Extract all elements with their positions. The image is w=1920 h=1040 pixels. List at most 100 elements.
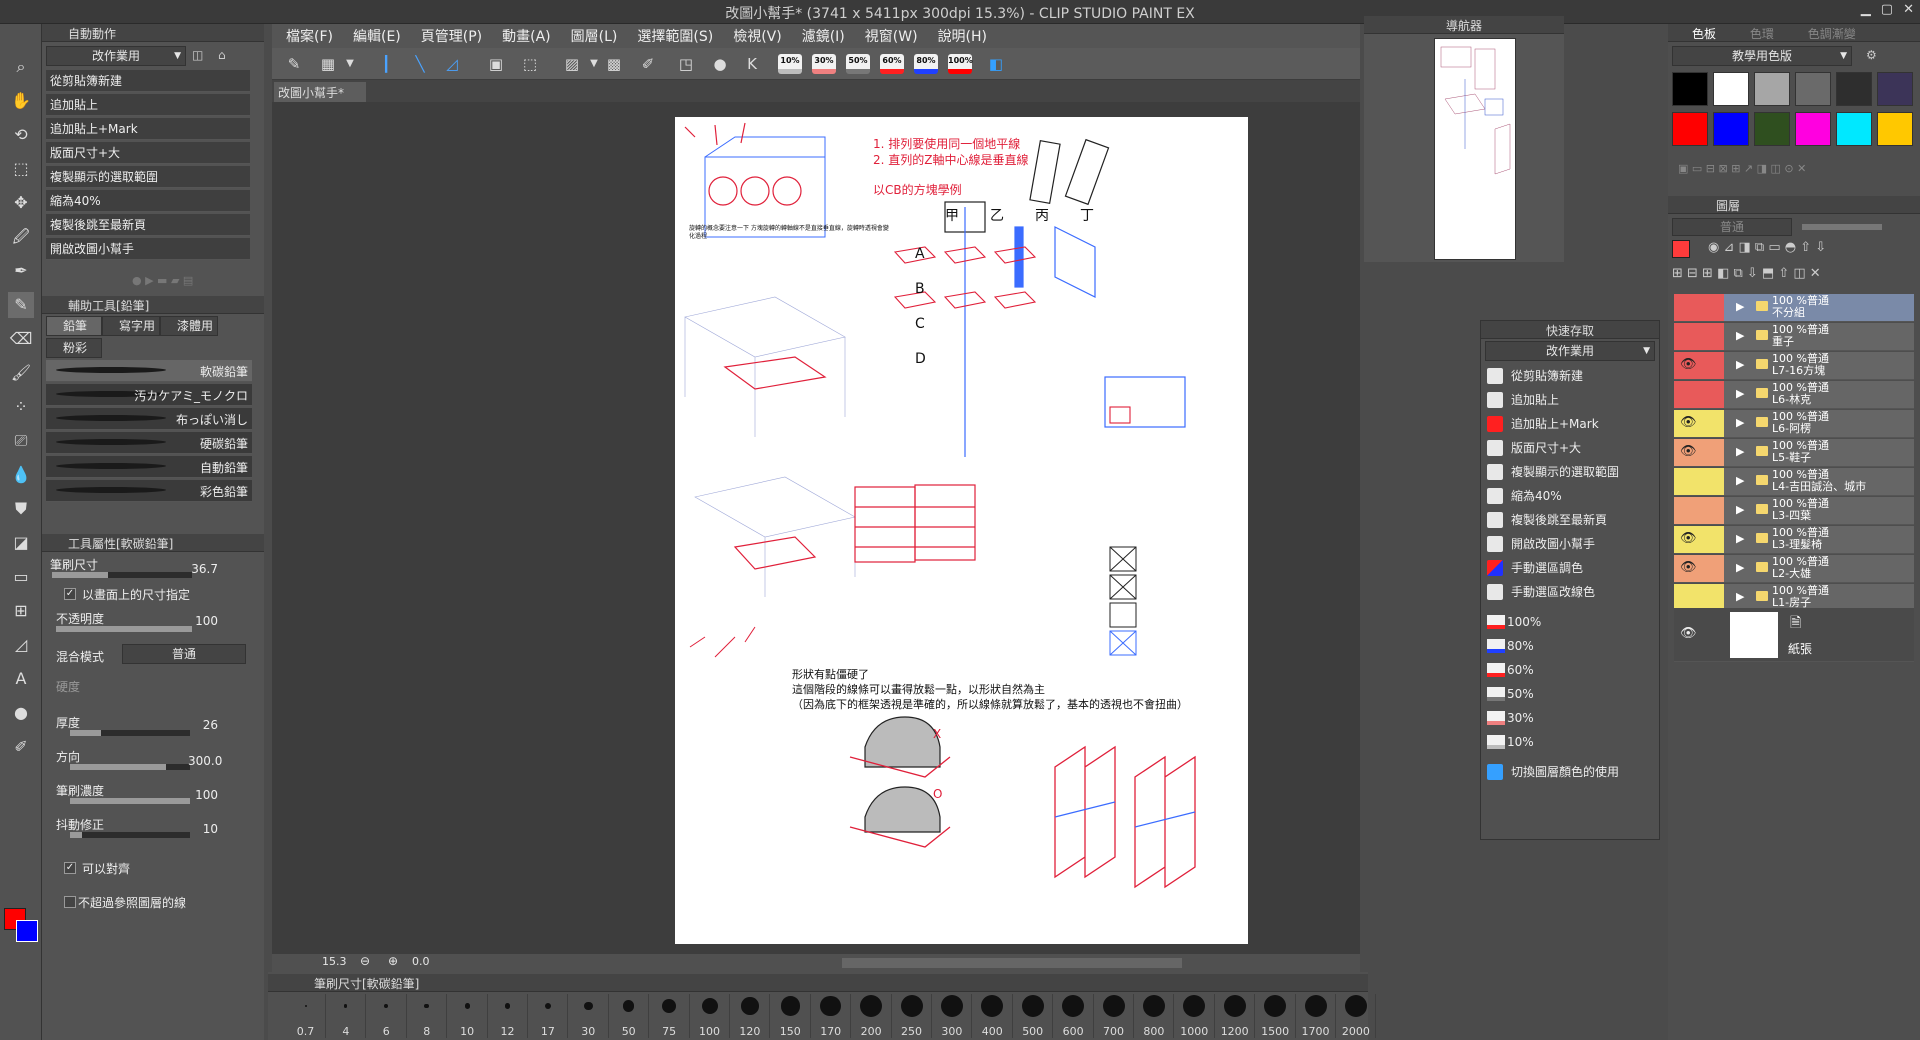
rotate-icon[interactable]: ⟲ (8, 122, 34, 148)
menu-item-7[interactable]: 濾鏡(I) (802, 26, 845, 46)
zoom-icon[interactable]: ⌕ (8, 54, 34, 80)
eye-icon[interactable]: 👁 (1680, 531, 1697, 546)
quick-access-item[interactable]: 縮為40% (1485, 485, 1651, 507)
auto-action-item[interactable]: 縮為40% (46, 190, 250, 212)
color-swatch[interactable] (1795, 112, 1831, 146)
tab-color-set[interactable]: 色板 (1692, 27, 1716, 41)
pct-100-button[interactable]: 100% (948, 54, 973, 74)
pct-10-button[interactable]: 10% (778, 54, 802, 74)
tab-color-slider[interactable]: 色調漸變 (1808, 27, 1856, 41)
brush-size-preset[interactable]: 50 (609, 994, 650, 1038)
color-swatch[interactable] (1672, 72, 1708, 106)
decoration-icon[interactable]: ⎚ (8, 428, 34, 454)
new-set-icon[interactable]: ◫ (192, 48, 203, 62)
frame-tool-icon[interactable]: ⊞ (8, 598, 34, 624)
pen-icon[interactable]: ✎ (284, 54, 304, 74)
menu-item-9[interactable]: 說明(H) (938, 26, 987, 46)
layer-row[interactable]: 👁 ▶ 100 %普通 L2-大雄 (1674, 555, 1914, 583)
expand-arrow-icon[interactable]: ▶ (1736, 474, 1744, 487)
brush-size-preset[interactable]: 1200 (1215, 994, 1256, 1038)
layer-row[interactable]: ▶ 100 %普通 L4-吉田誠治、城市 (1674, 468, 1914, 496)
auto-action-item[interactable]: 追加貼上+Mark (46, 118, 250, 140)
doc-tab[interactable]: 改圖小幫手* (274, 82, 366, 102)
auto-action-item[interactable]: 追加貼上 (46, 94, 250, 116)
quick-access-pct-item[interactable]: 100% (1485, 611, 1651, 633)
quick-access-set-select[interactable]: 改作業用 ▼ (1485, 341, 1655, 361)
perspective-icon[interactable]: ◿ (442, 54, 462, 74)
quick-access-pct-item[interactable]: 50% (1485, 683, 1651, 705)
crop-icon[interactable]: ◳ (676, 54, 696, 74)
opacity-slider[interactable] (56, 626, 192, 632)
image-icon[interactable]: ▨ (562, 54, 582, 74)
quick-access-item[interactable]: 複製顯示的選取範圍 (1485, 461, 1651, 483)
brush-item[interactable]: 布っぽい消し (46, 408, 252, 430)
opacity-value[interactable]: 100 (190, 614, 218, 628)
pct-50-button[interactable]: 50% (846, 54, 870, 74)
menu-item-1[interactable]: 編輯(E) (353, 26, 401, 46)
brush-size-preset[interactable]: 1000 (1175, 994, 1215, 1038)
brush-size-preset[interactable]: 200 (852, 994, 892, 1038)
expand-arrow-icon[interactable]: ▶ (1736, 561, 1744, 574)
layer-blend-select[interactable]: 普通 (1672, 218, 1792, 236)
brush-size-preset[interactable]: 700 (1094, 994, 1134, 1038)
expand-arrow-icon[interactable]: ▶ (1736, 329, 1744, 342)
thickness-slider[interactable] (70, 730, 190, 736)
frame-icon[interactable]: ▣ (486, 54, 506, 74)
menu-item-3[interactable]: 動畫(A) (502, 26, 551, 46)
move-icon[interactable]: ✥ (8, 190, 34, 216)
density-value[interactable]: 100 (190, 788, 218, 802)
expand-arrow-icon[interactable]: ▶ (1736, 300, 1744, 313)
zoom-value[interactable]: 15.3 (322, 955, 347, 968)
color-swatch[interactable] (1877, 112, 1913, 146)
select-icon[interactable]: ⬚ (520, 54, 540, 74)
stabilize-value[interactable]: 10 (190, 822, 218, 836)
pct-60-button[interactable]: 60% (880, 54, 904, 74)
brush-size-preset[interactable]: 600 (1054, 994, 1094, 1038)
brush-size-slider[interactable] (52, 572, 192, 578)
horizontal-scrollbar[interactable] (842, 958, 1182, 968)
menu-item-4[interactable]: 圖層(L) (571, 26, 618, 46)
color-swatch[interactable] (1877, 72, 1913, 106)
auto-action-item[interactable]: 從剪貼簿新建 (46, 70, 250, 92)
pct-30-button[interactable]: 30% (812, 54, 836, 74)
paper-layer[interactable]: 👁 🗎 紙張 (1674, 608, 1914, 662)
brush-size-preset[interactable]: 75 (650, 994, 690, 1038)
thickness-value[interactable]: 26 (190, 718, 218, 732)
expand-arrow-icon[interactable]: ▶ (1736, 590, 1744, 603)
quick-access-item[interactable]: 切換圖層顏色的使用 (1485, 761, 1651, 783)
density-slider[interactable] (70, 798, 190, 804)
layer-row[interactable]: ▶ 100 %普通 L6-林克 (1674, 381, 1914, 409)
color-swatch[interactable] (1836, 112, 1872, 146)
blend-mode-select[interactable]: 普通 (122, 644, 246, 664)
quick-access-item[interactable]: 手動選區改線色 (1485, 581, 1651, 603)
dot-icon[interactable]: ● (710, 54, 730, 74)
brush-size-preset[interactable]: 4 (326, 994, 367, 1038)
brush-size-preset[interactable]: 100 (690, 994, 730, 1038)
correct-line-icon[interactable]: ✐ (8, 734, 34, 760)
color-swatch[interactable] (1672, 112, 1708, 146)
close-icon[interactable]: ✕ (1903, 2, 1914, 17)
layer-row[interactable]: ▶ 100 %普通 L3-四葉 (1674, 497, 1914, 525)
brush-item[interactable]: 汚カケアミ_モノクロ (46, 384, 252, 406)
brush-size-preset[interactable]: 1700 (1296, 994, 1336, 1038)
brush-size-preset[interactable]: 500 (1013, 994, 1054, 1038)
auto-action-set-select[interactable]: 改作業用 ▼ (46, 46, 186, 66)
canvas-paper[interactable]: 1. 排列要使用同一個地平線 2. 直列的Z軸中心線是垂直線 以CB的方塊學例 … (675, 117, 1248, 944)
select-rect-icon[interactable]: ⬚ (8, 156, 34, 182)
chevron-down-icon[interactable]: ▼ (340, 54, 360, 74)
pct-80-button[interactable]: 80% (914, 54, 938, 74)
menu-icon[interactable]: ⌂ (218, 48, 226, 62)
expand-arrow-icon[interactable]: ▶ (1736, 445, 1744, 458)
eye-icon[interactable]: 👁 (1680, 626, 1697, 641)
pen-tool-icon[interactable]: ✒ (8, 258, 34, 284)
quick-access-pct-item[interactable]: 30% (1485, 707, 1651, 729)
auto-action-item[interactable]: 版面尺寸+大 (46, 142, 250, 164)
eyedropper-icon[interactable]: 🖉 (8, 224, 34, 250)
auto-action-item[interactable]: 複製顯示的選取範圍 (46, 166, 250, 188)
ruler-tool-icon[interactable]: ◿ (8, 632, 34, 658)
brush-size-preset[interactable]: 250 (892, 994, 932, 1038)
airbrush-icon[interactable]: ⁘ (8, 394, 34, 420)
layer-color-swatch[interactable] (1672, 240, 1690, 258)
eraser-icon[interactable]: ⌫ (8, 326, 34, 352)
brush-size-preset[interactable]: 0.7 (286, 994, 326, 1038)
